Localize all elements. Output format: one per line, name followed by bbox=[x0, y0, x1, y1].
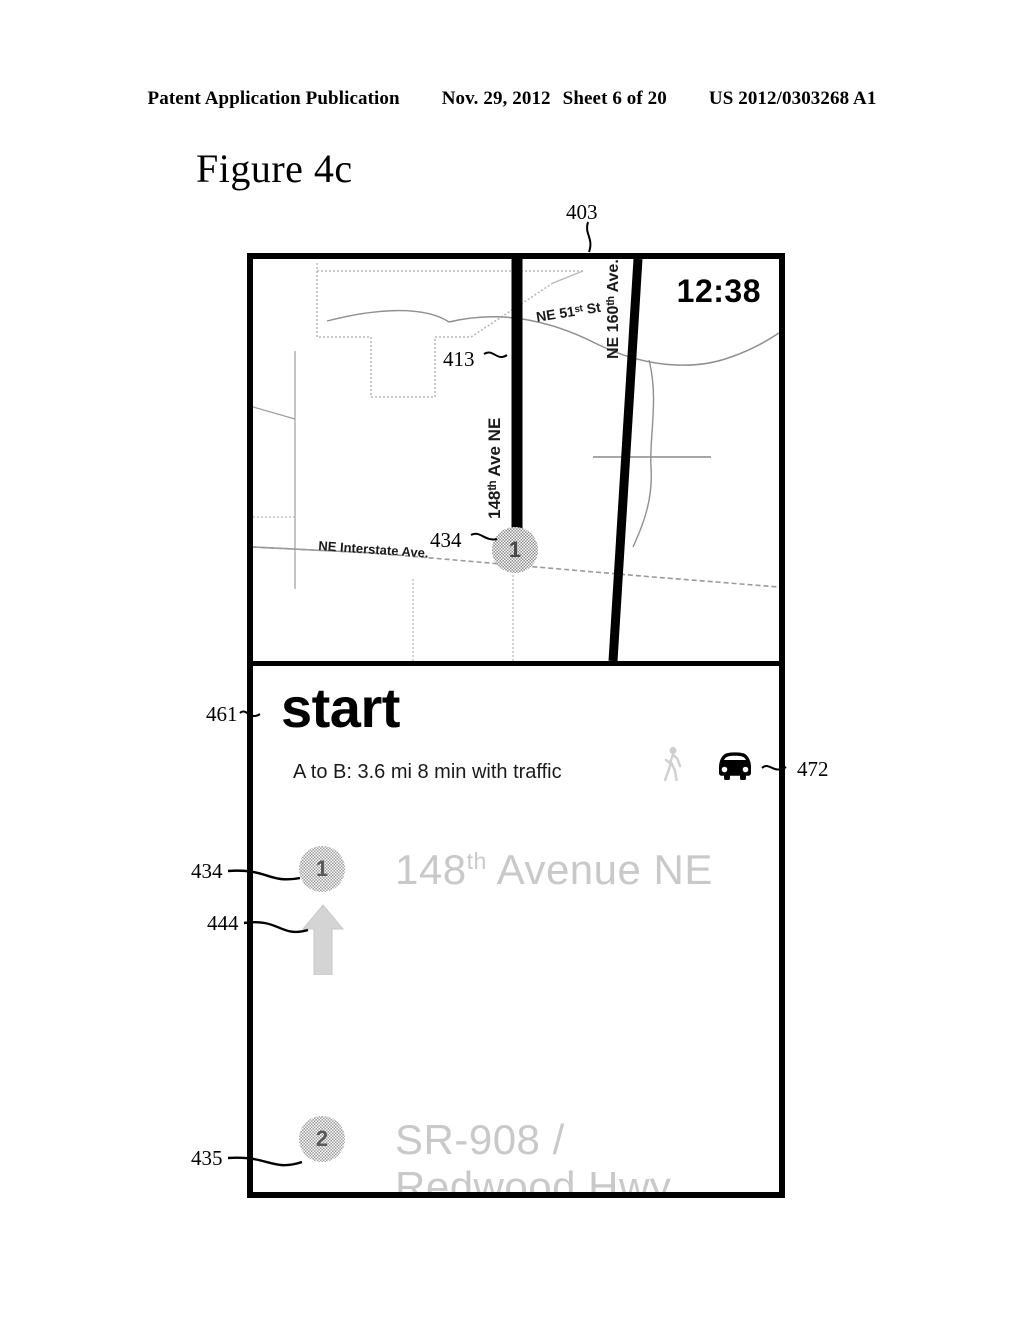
map-panel[interactable]: NE 51ˢᵗ St NE 160ᵗʰ Ave. 148ᵗʰ Ave NE NE… bbox=[253, 259, 779, 666]
reference-numeral-472: 472 bbox=[797, 757, 829, 781]
walking-icon[interactable] bbox=[659, 746, 685, 784]
patent-number: US 2012/0303268 A1 bbox=[708, 88, 877, 109]
straight-ahead-arrow-icon bbox=[301, 904, 345, 975]
step-text: 148th Avenue NE bbox=[395, 846, 713, 893]
list-item[interactable]: 1 148th Avenue NE bbox=[253, 846, 779, 893]
reference-numeral-434-map: 434 bbox=[430, 528, 462, 552]
step-street-number: SR-908 / bbox=[395, 1116, 565, 1163]
step-badge: 2 bbox=[299, 1116, 345, 1162]
step-text: SR-908 / Redwood Hwy bbox=[395, 1116, 725, 1192]
sheet-number: Sheet 6 of 20 bbox=[562, 88, 667, 109]
travel-mode-selector[interactable] bbox=[659, 746, 757, 784]
patent-page-header: Patent Application Publication Nov. 29, … bbox=[0, 88, 1024, 110]
map-roads-graphic bbox=[253, 259, 779, 661]
map-label-148th-ave-ne: 148ᵗʰ Ave NE bbox=[485, 417, 504, 519]
route-summary: A to B: 3.6 mi 8 min with traffic bbox=[293, 761, 562, 783]
clock-time: 12:38 bbox=[676, 273, 761, 309]
publication-date: Nov. 29, 2012 bbox=[441, 88, 551, 109]
map-marker-label: 1 bbox=[508, 537, 522, 562]
step-badge-label: 2 bbox=[315, 1126, 329, 1151]
figure-title: Figure 4c bbox=[196, 146, 353, 191]
reference-numeral-434-list: 434 bbox=[191, 859, 223, 883]
reference-numeral-444: 444 bbox=[207, 911, 239, 935]
reference-numeral-413: 413 bbox=[443, 347, 475, 371]
publication-label: Patent Application Publication bbox=[147, 88, 400, 109]
reference-numeral-461: 461 bbox=[206, 702, 238, 726]
list-item[interactable]: 2 SR-908 / Redwood Hwy bbox=[253, 1116, 779, 1192]
car-icon[interactable] bbox=[713, 749, 757, 781]
page-title: start bbox=[281, 676, 400, 739]
step-street-rest: Redwood Hwy bbox=[395, 1163, 672, 1192]
reference-numeral-403: 403 bbox=[566, 200, 598, 224]
device-frame: NE 51ˢᵗ St NE 160ᵗʰ Ave. 148ᵗʰ Ave NE NE… bbox=[247, 253, 785, 1198]
map-label-ne-160th-ave: NE 160ᵗʰ Ave. bbox=[605, 259, 622, 359]
step-street-rest: Avenue NE bbox=[486, 846, 713, 893]
directions-panel: start A to B: 3.6 mi 8 min with traffic … bbox=[253, 666, 779, 1192]
reference-numeral-435: 435 bbox=[191, 1146, 223, 1170]
step-badge: 1 bbox=[299, 846, 345, 892]
step-ordinal-suffix: th bbox=[466, 848, 487, 874]
map-marker-step-1[interactable]: 1 bbox=[492, 527, 538, 573]
step-street-number: 148 bbox=[395, 846, 467, 893]
step-badge-label: 1 bbox=[315, 856, 329, 881]
